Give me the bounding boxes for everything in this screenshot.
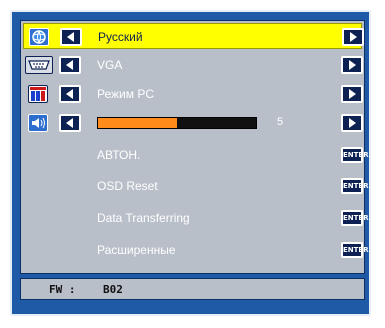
display-mode-label: Режим PC bbox=[97, 87, 154, 101]
menu-panel: Русский VGA Режим PC 5 АВТОН. ENTER OSD … bbox=[20, 20, 369, 274]
advanced-enter-button[interactable]: ENTER bbox=[341, 242, 369, 258]
auto-adjust-enter-button[interactable]: ENTER bbox=[341, 147, 369, 163]
data-transferring-enter-button[interactable]: ENTER bbox=[341, 210, 369, 226]
volume-decrease-button[interactable] bbox=[59, 114, 81, 132]
volume-value: 5 bbox=[277, 116, 284, 128]
auto-adjust-label: АВТОН. bbox=[97, 148, 141, 162]
menu-row-input-source[interactable]: VGA bbox=[23, 52, 363, 78]
speaker-icon bbox=[28, 114, 48, 132]
language-next-button[interactable] bbox=[342, 28, 364, 46]
language-prev-button[interactable] bbox=[60, 28, 82, 46]
advanced-label: Расширенные bbox=[97, 243, 176, 257]
osd-reset-enter-button[interactable]: ENTER bbox=[341, 178, 369, 194]
display-mode-icon bbox=[28, 85, 48, 103]
data-transferring-label: Data Transferring bbox=[97, 211, 190, 225]
volume-slider-fill bbox=[98, 118, 177, 128]
firmware-version: B02 bbox=[103, 283, 123, 296]
menu-row-osd-reset[interactable]: OSD Reset ENTER bbox=[23, 173, 369, 199]
volume-increase-button[interactable] bbox=[341, 114, 363, 132]
menu-row-data-transferring[interactable]: Data Transferring ENTER bbox=[23, 205, 369, 231]
firmware-bar: FW : B02 bbox=[20, 278, 365, 300]
menu-row-language[interactable]: Русский bbox=[23, 23, 364, 49]
globe-icon bbox=[29, 28, 49, 46]
display-mode-next-button[interactable] bbox=[341, 85, 363, 103]
menu-row-advanced[interactable]: Расширенные ENTER bbox=[23, 237, 369, 263]
input-prev-button[interactable] bbox=[59, 56, 81, 74]
input-next-button[interactable] bbox=[341, 56, 363, 74]
menu-row-display-mode[interactable]: Режим PC bbox=[23, 81, 363, 107]
volume-slider[interactable] bbox=[97, 117, 257, 129]
firmware-label: FW : bbox=[49, 283, 76, 296]
menu-row-auto-adjust[interactable]: АВТОН. ENTER bbox=[23, 142, 369, 168]
menu-row-volume[interactable]: 5 bbox=[23, 110, 363, 136]
vga-connector-icon bbox=[25, 56, 53, 74]
input-source-label: VGA bbox=[97, 58, 123, 72]
osd-menu: Русский VGA Режим PC 5 АВТОН. ENTER OSD … bbox=[10, 10, 371, 316]
language-label: Русский bbox=[98, 30, 143, 44]
osd-reset-label: OSD Reset bbox=[97, 179, 158, 193]
display-mode-prev-button[interactable] bbox=[59, 85, 81, 103]
